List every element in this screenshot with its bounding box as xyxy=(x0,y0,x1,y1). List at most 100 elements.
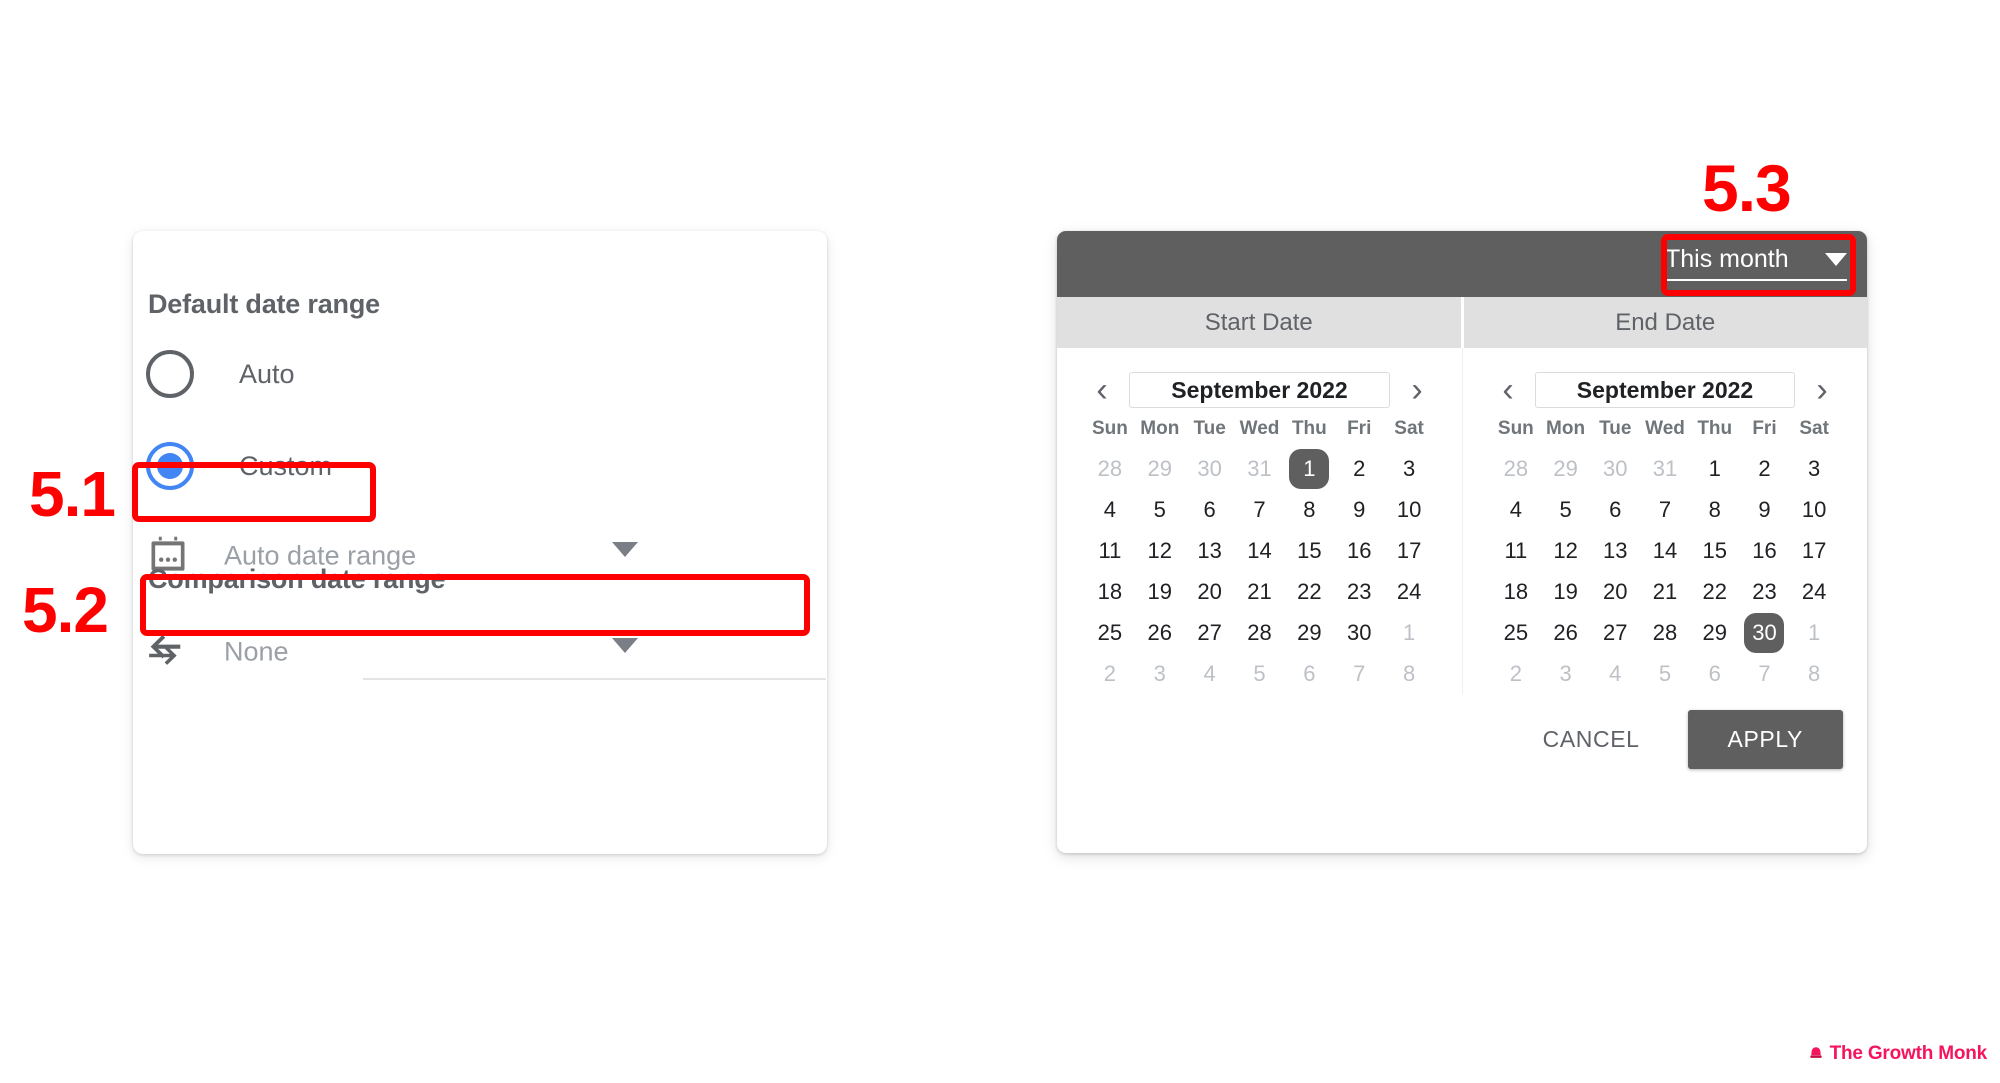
calendar-day[interactable]: 14 xyxy=(1235,530,1285,571)
calendar-day[interactable]: 1 xyxy=(1789,612,1839,653)
calendar-day[interactable]: 8 xyxy=(1384,653,1434,694)
calendar-day[interactable]: 6 xyxy=(1284,653,1334,694)
calendar-day[interactable]: 18 xyxy=(1085,571,1135,612)
tab-start-date[interactable]: Start Date xyxy=(1057,297,1461,348)
calendar-day[interactable]: 2 xyxy=(1085,653,1135,694)
chevron-down-icon[interactable] xyxy=(1825,253,1847,266)
calendar-day[interactable]: 2 xyxy=(1334,448,1384,489)
calendar-day[interactable]: 12 xyxy=(1541,530,1591,571)
end-month-label[interactable]: September 2022 xyxy=(1535,372,1795,408)
calendar-day[interactable]: 30 xyxy=(1185,448,1235,489)
calendar-day[interactable]: 7 xyxy=(1235,489,1285,530)
calendar-day[interactable]: 4 xyxy=(1085,489,1135,530)
calendar-day[interactable]: 27 xyxy=(1590,612,1640,653)
chevron-left-icon[interactable]: ‹ xyxy=(1491,373,1525,407)
calendar-day[interactable]: 20 xyxy=(1590,571,1640,612)
calendar-day[interactable]: 16 xyxy=(1740,530,1790,571)
calendar-day[interactable]: 26 xyxy=(1541,612,1591,653)
calendar-day[interactable]: 3 xyxy=(1384,448,1434,489)
calendar-day[interactable]: 23 xyxy=(1740,571,1790,612)
calendar-day[interactable]: 11 xyxy=(1085,530,1135,571)
calendar-day[interactable]: 3 xyxy=(1135,653,1185,694)
calendar-day[interactable]: 29 xyxy=(1690,612,1740,653)
radio-auto-icon[interactable] xyxy=(146,350,194,398)
radio-option-custom[interactable]: Custom xyxy=(146,438,332,494)
calendar-day[interactable]: 5 xyxy=(1640,653,1690,694)
calendar-day[interactable]: 14 xyxy=(1640,530,1690,571)
calendar-day[interactable]: 2 xyxy=(1491,653,1541,694)
comparison-date-range-select[interactable]: None xyxy=(146,624,643,680)
calendar-day[interactable]: 29 xyxy=(1284,612,1334,653)
calendar-day[interactable]: 2 xyxy=(1740,448,1790,489)
calendar-day[interactable]: 5 xyxy=(1235,653,1285,694)
calendar-day[interactable]: 13 xyxy=(1590,530,1640,571)
preset-range-dropdown[interactable]: This month xyxy=(1665,245,1847,281)
chevron-right-icon[interactable]: › xyxy=(1400,373,1434,407)
calendar-day[interactable]: 9 xyxy=(1740,489,1790,530)
calendar-day[interactable]: 25 xyxy=(1491,612,1541,653)
calendar-day[interactable]: 29 xyxy=(1135,448,1185,489)
calendar-day[interactable]: 28 xyxy=(1235,612,1285,653)
calendar-day[interactable]: 26 xyxy=(1135,612,1185,653)
calendar-day[interactable]: 12 xyxy=(1135,530,1185,571)
calendar-day[interactable]: 15 xyxy=(1284,530,1334,571)
calendar-day[interactable]: 19 xyxy=(1541,571,1591,612)
calendar-day[interactable]: 22 xyxy=(1284,571,1334,612)
calendar-day[interactable]: 29 xyxy=(1541,448,1591,489)
calendar-day[interactable]: 17 xyxy=(1789,530,1839,571)
calendar-day-selected[interactable]: 30 xyxy=(1740,612,1790,653)
calendar-day[interactable]: 28 xyxy=(1640,612,1690,653)
radio-custom-icon[interactable] xyxy=(146,442,194,490)
calendar-day[interactable]: 3 xyxy=(1541,653,1591,694)
calendar-day[interactable]: 9 xyxy=(1334,489,1384,530)
calendar-day[interactable]: 16 xyxy=(1334,530,1384,571)
calendar-day[interactable]: 8 xyxy=(1789,653,1839,694)
calendar-day[interactable]: 13 xyxy=(1185,530,1235,571)
calendar-day[interactable]: 4 xyxy=(1590,653,1640,694)
calendar-day[interactable]: 30 xyxy=(1590,448,1640,489)
calendar-day[interactable]: 31 xyxy=(1640,448,1690,489)
calendar-day[interactable]: 3 xyxy=(1789,448,1839,489)
calendar-day[interactable]: 17 xyxy=(1384,530,1434,571)
calendar-day[interactable]: 18 xyxy=(1491,571,1541,612)
calendar-day[interactable]: 4 xyxy=(1185,653,1235,694)
calendar-day[interactable]: 19 xyxy=(1135,571,1185,612)
calendar-day[interactable]: 20 xyxy=(1185,571,1235,612)
start-month-label[interactable]: September 2022 xyxy=(1129,372,1390,408)
calendar-day[interactable]: 4 xyxy=(1491,489,1541,530)
tab-end-date[interactable]: End Date xyxy=(1460,297,1867,348)
calendar-day[interactable]: 15 xyxy=(1690,530,1740,571)
calendar-day[interactable]: 28 xyxy=(1085,448,1135,489)
calendar-day[interactable]: 22 xyxy=(1690,571,1740,612)
chevron-down-icon[interactable] xyxy=(612,638,638,653)
calendar-day-selected[interactable]: 1 xyxy=(1284,448,1334,489)
chevron-right-icon[interactable]: › xyxy=(1805,373,1839,407)
calendar-day[interactable]: 23 xyxy=(1334,571,1384,612)
calendar-day[interactable]: 8 xyxy=(1284,489,1334,530)
calendar-day[interactable]: 5 xyxy=(1541,489,1591,530)
calendar-day[interactable]: 8 xyxy=(1690,489,1740,530)
calendar-day[interactable]: 10 xyxy=(1384,489,1434,530)
calendar-day[interactable]: 31 xyxy=(1235,448,1285,489)
calendar-day[interactable]: 5 xyxy=(1135,489,1185,530)
apply-button[interactable]: APPLY xyxy=(1687,710,1843,769)
calendar-day[interactable]: 6 xyxy=(1690,653,1740,694)
calendar-day[interactable]: 24 xyxy=(1789,571,1839,612)
calendar-day[interactable]: 7 xyxy=(1334,653,1384,694)
chevron-down-icon[interactable] xyxy=(612,542,638,557)
calendar-day[interactable]: 10 xyxy=(1789,489,1839,530)
calendar-day[interactable]: 30 xyxy=(1334,612,1384,653)
calendar-day[interactable]: 6 xyxy=(1185,489,1235,530)
calendar-day[interactable]: 11 xyxy=(1491,530,1541,571)
calendar-day[interactable]: 21 xyxy=(1235,571,1285,612)
calendar-day[interactable]: 24 xyxy=(1384,571,1434,612)
radio-option-auto[interactable]: Auto xyxy=(146,346,295,402)
chevron-left-icon[interactable]: ‹ xyxy=(1085,373,1119,407)
cancel-button[interactable]: CANCEL xyxy=(1519,712,1664,767)
calendar-day[interactable]: 1 xyxy=(1690,448,1740,489)
calendar-day[interactable]: 25 xyxy=(1085,612,1135,653)
calendar-day[interactable]: 1 xyxy=(1384,612,1434,653)
calendar-day[interactable]: 28 xyxy=(1491,448,1541,489)
calendar-day[interactable]: 6 xyxy=(1590,489,1640,530)
calendar-day[interactable]: 21 xyxy=(1640,571,1690,612)
